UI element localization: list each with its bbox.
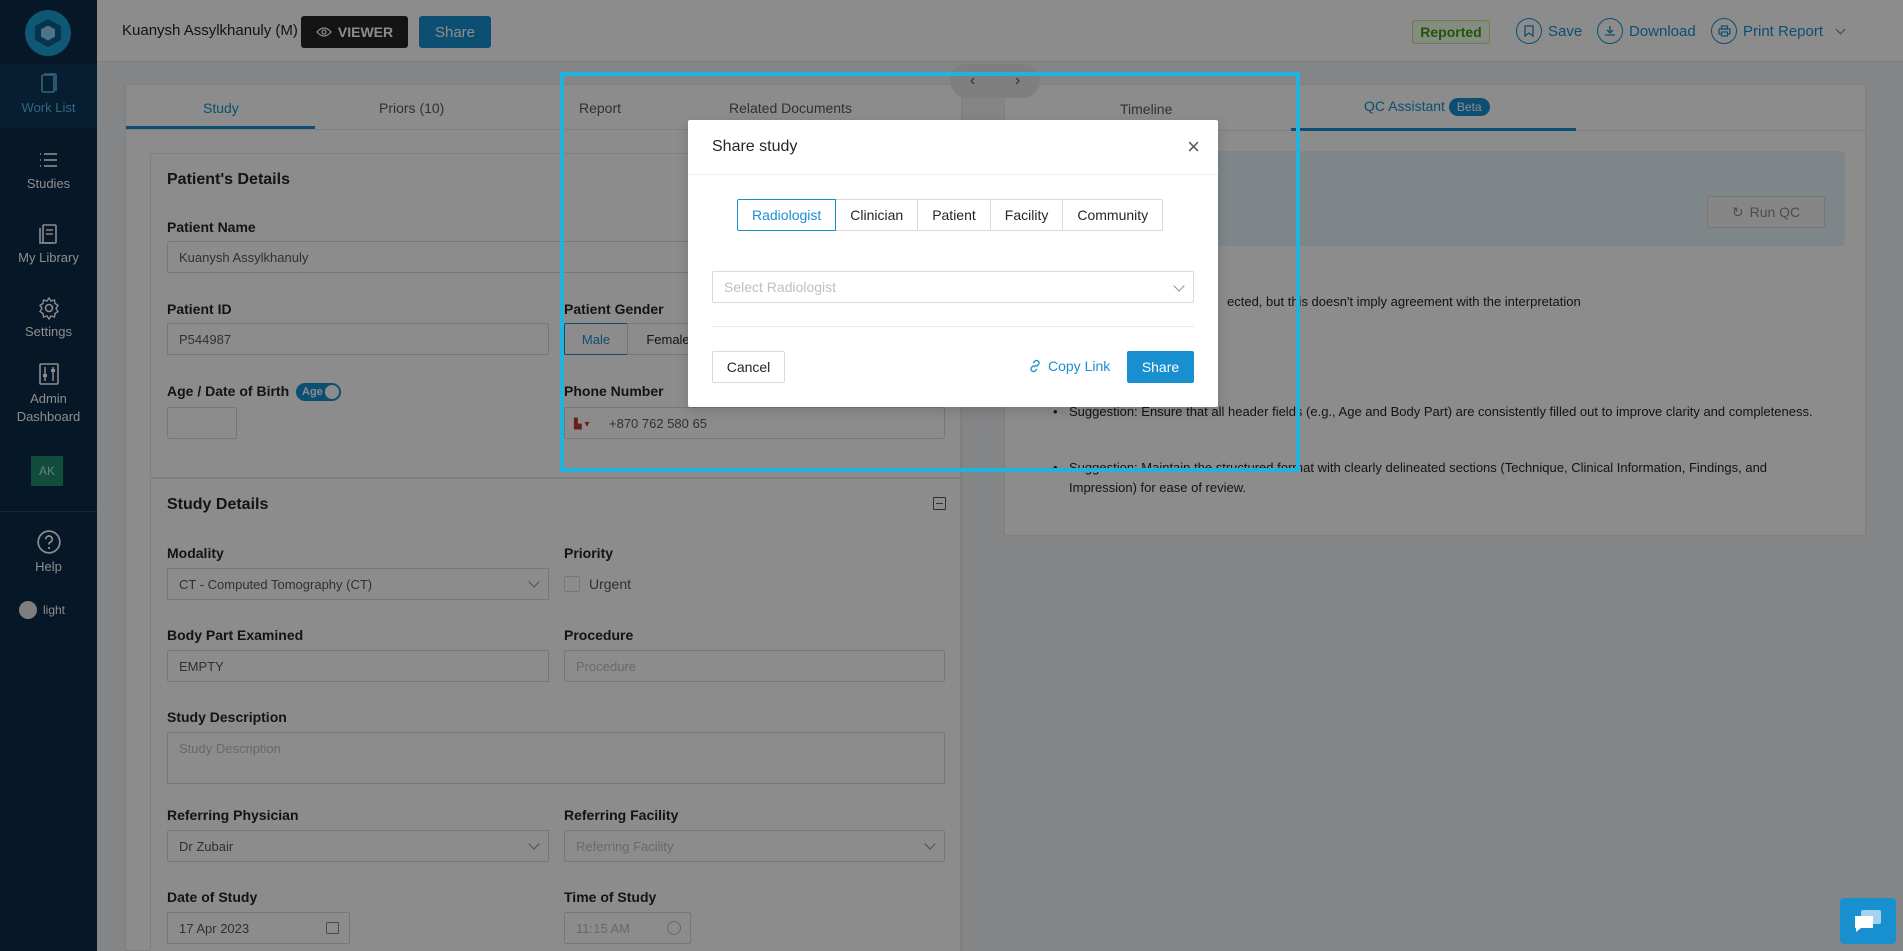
share-study-modal: Share study × Radiologist Clinician Pati… — [688, 120, 1218, 407]
tab-patient[interactable]: Patient — [917, 199, 991, 231]
link-icon — [1030, 359, 1040, 373]
modal-divider — [712, 326, 1194, 327]
tab-community[interactable]: Community — [1062, 199, 1164, 231]
radiologist-select[interactable]: Select Radiologist — [712, 271, 1194, 303]
chevron-down-icon — [1173, 280, 1185, 292]
close-icon[interactable]: × — [1187, 134, 1200, 160]
modal-header: Share study × — [688, 120, 1218, 175]
copy-link-button[interactable]: Copy Link — [1028, 358, 1110, 374]
copy-link-label: Copy Link — [1048, 358, 1111, 374]
cancel-button[interactable]: Cancel — [712, 351, 785, 383]
share-target-tabs: Radiologist Clinician Patient Facility C… — [737, 199, 1164, 231]
modal-title: Share study — [712, 138, 798, 155]
radiologist-select-placeholder: Select Radiologist — [724, 279, 837, 295]
chat-button[interactable] — [1840, 898, 1896, 944]
share-button[interactable]: Share — [1127, 351, 1194, 383]
tab-facility[interactable]: Facility — [989, 199, 1064, 231]
tab-radiologist[interactable]: Radiologist — [737, 199, 837, 231]
tab-clinician[interactable]: Clinician — [835, 199, 919, 231]
chat-icon — [1855, 910, 1881, 932]
